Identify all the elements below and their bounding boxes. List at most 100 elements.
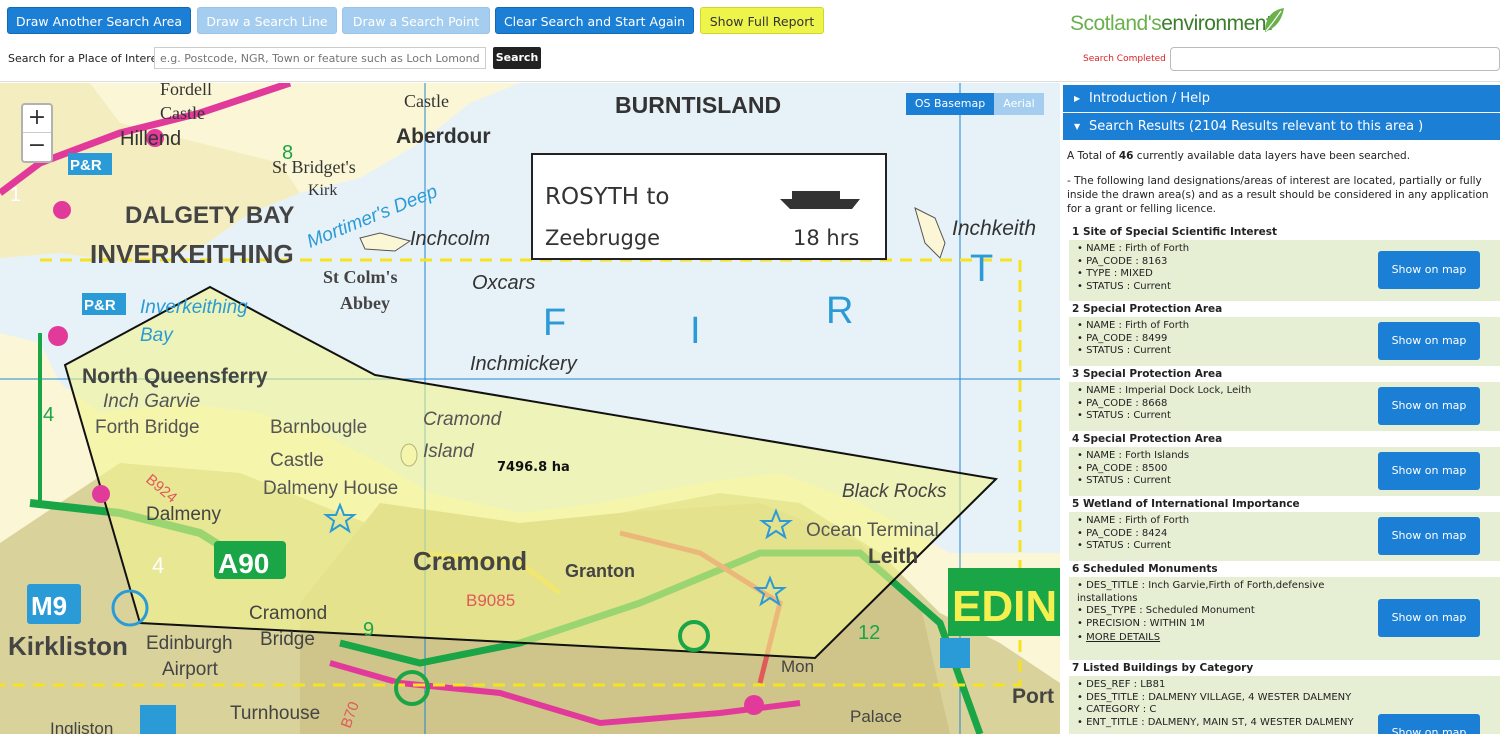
results-summary: A Total of 46 currently available data l…: [1063, 141, 1500, 163]
road-number-9: 9: [363, 619, 374, 641]
show-on-map-button[interactable]: Show on map: [1378, 599, 1480, 637]
info-icon: [940, 638, 970, 668]
info-icon: [140, 705, 176, 734]
zoom-out-button[interactable]: −: [23, 133, 51, 161]
result-body: DES_TITLE : Inch Garvie,Firth of Forth,d…: [1069, 577, 1500, 660]
full-report-button[interactable]: Show Full Report: [700, 7, 824, 34]
results-panel: ▶ Introduction / Help ▼ Search Results (…: [1063, 85, 1500, 734]
brand-part2: environment: [1161, 12, 1272, 35]
road-number-8: 8: [282, 142, 293, 164]
more-details-link[interactable]: MORE DETAILS: [1086, 632, 1160, 643]
ferry-route-line1: ROSYTH to: [545, 184, 669, 210]
draw-search-point-button[interactable]: Draw a Search Point: [342, 7, 490, 34]
total-suffix: currently available data layers have bee…: [1133, 150, 1411, 162]
ferry-time: 18 hrs: [793, 226, 859, 250]
result-line: NAME : Imperial Dock Lock, Leith: [1077, 385, 1379, 398]
place-dalmeny-house: Dalmeny House: [263, 478, 398, 499]
clear-search-button[interactable]: Clear Search and Start Again: [495, 7, 694, 34]
draw-search-line-button[interactable]: Draw a Search Line: [197, 7, 337, 34]
ferry-route-line2: Zeebrugge: [545, 226, 660, 250]
brand-part1: Scotland's: [1070, 12, 1162, 35]
os-basemap-toggle[interactable]: OS Basemap: [906, 93, 994, 115]
area-measurement: 7496.8 ha: [497, 460, 570, 475]
triangle-down-icon: ▼: [1074, 122, 1081, 131]
place-black-rocks: Black Rocks: [842, 481, 947, 502]
result-line: PA_CODE : 8424: [1077, 528, 1379, 541]
result-line: STATUS : Current: [1077, 281, 1379, 294]
place-hillend: Hillend: [120, 128, 181, 150]
place-edinburgh-airport-1: Edinburgh: [146, 633, 233, 654]
total-count: 46: [1118, 150, 1134, 162]
zoom-in-button[interactable]: +: [23, 105, 51, 133]
result-title: 3 Special Protection Area: [1069, 366, 1500, 382]
road-number-4b: 4: [43, 404, 54, 426]
place-inchcolm: Inchcolm: [410, 228, 490, 250]
results-list: 1 Site of Special Scientific Interest NA…: [1069, 224, 1500, 734]
place-burntisland: BURNTISLAND: [615, 92, 781, 118]
place-inchkeith: Inchkeith: [952, 217, 1036, 240]
map-canvas[interactable]: BURNTISLAND Aberdour Castle Fordell Cast…: [0, 83, 1060, 734]
place-mon: Mon: [781, 657, 814, 676]
place-oxcars: Oxcars: [472, 272, 535, 294]
place-port: Port: [1012, 685, 1054, 708]
show-on-map-button[interactable]: Show on map: [1378, 322, 1480, 360]
park-ride-label: P&R: [70, 157, 102, 174]
result-line: MORE DETAILS: [1077, 632, 1379, 645]
result-title: 6 Scheduled Monuments: [1069, 561, 1500, 577]
place-dalgety-bay: DALGETY BAY: [125, 202, 294, 229]
place-dalmeny: Dalmeny: [146, 504, 221, 525]
place-inverkeithing-bay-1: Inverkeithing: [140, 297, 248, 318]
result-body: NAME : Forth Islands PA_CODE : 8500 STAT…: [1069, 447, 1500, 496]
result-line: PA_CODE : 8163: [1077, 256, 1379, 269]
place-st-colms: St Colm's: [323, 267, 398, 287]
result-line: PA_CODE : 8499: [1077, 333, 1379, 346]
result-item: 5 Wetland of International Importance NA…: [1069, 496, 1500, 561]
show-on-map-button[interactable]: Show on map: [1378, 714, 1480, 734]
result-title: 4 Special Protection Area: [1069, 431, 1500, 447]
intro-help-accordion[interactable]: ▶ Introduction / Help: [1063, 85, 1500, 112]
place-edinburgh: EDIN: [952, 582, 1057, 631]
result-line: TYPE : MIXED: [1077, 268, 1379, 281]
place-granton: Granton: [565, 561, 635, 581]
place-aberdour: Aberdour: [396, 125, 491, 148]
result-body: NAME : Imperial Dock Lock, Leith PA_CODE…: [1069, 382, 1500, 431]
result-title: 2 Special Protection Area: [1069, 301, 1500, 317]
town-marker: [53, 201, 71, 219]
aerial-toggle[interactable]: Aerial: [994, 93, 1044, 115]
search-input[interactable]: [154, 47, 486, 69]
sea-letter-i: I: [690, 310, 701, 352]
show-on-map-button[interactable]: Show on map: [1378, 251, 1480, 289]
result-item: 4 Special Protection Area NAME : Forth I…: [1069, 431, 1500, 496]
search-button[interactable]: Search: [493, 47, 541, 69]
place-north-queensferry: North Queensferry: [82, 365, 268, 388]
place-cramond-island-1: Cramond: [423, 409, 503, 430]
result-line: STATUS : Current: [1077, 475, 1379, 488]
draw-search-area-button[interactable]: Draw Another Search Area: [7, 7, 191, 34]
road-number-4: 4: [152, 553, 164, 578]
place-castle-barnbougle: Castle: [270, 450, 324, 471]
map-view[interactable]: BURNTISLAND Aberdour Castle Fordell Cast…: [0, 83, 1060, 734]
result-title: 1 Site of Special Scientific Interest: [1069, 224, 1500, 240]
show-on-map-button[interactable]: Show on map: [1378, 387, 1480, 425]
town-marker: [48, 326, 68, 346]
road-label-m9: M9: [31, 591, 67, 621]
show-on-map-button[interactable]: Show on map: [1378, 517, 1480, 555]
zoom-control: + −: [21, 103, 53, 163]
road-label-b9085: B9085: [466, 591, 515, 610]
result-item: 1 Site of Special Scientific Interest NA…: [1069, 224, 1500, 301]
place-fordell: Fordell: [160, 83, 212, 99]
show-on-map-button[interactable]: Show on map: [1378, 452, 1480, 490]
place-cramond-bridge-2: Bridge: [260, 629, 315, 650]
result-line: NAME : Firth of Forth: [1077, 515, 1379, 528]
park-ride-label-2: P&R: [84, 297, 116, 314]
result-item: 3 Special Protection Area NAME : Imperia…: [1069, 366, 1500, 431]
total-prefix: A Total of: [1067, 150, 1119, 162]
search-results-accordion[interactable]: ▼ Search Results (2104 Results relevant …: [1063, 113, 1500, 140]
place-inverkeithing-bay-2: Bay: [140, 325, 174, 346]
search-results-label: Search Results (2104 Results relevant to…: [1089, 119, 1424, 134]
status-field: [1170, 47, 1500, 71]
result-line: STATUS : Current: [1077, 540, 1379, 553]
result-line: PA_CODE : 8668: [1077, 398, 1379, 411]
result-line: PA_CODE : 8500: [1077, 463, 1379, 476]
sea-letter-r: R: [826, 290, 853, 332]
